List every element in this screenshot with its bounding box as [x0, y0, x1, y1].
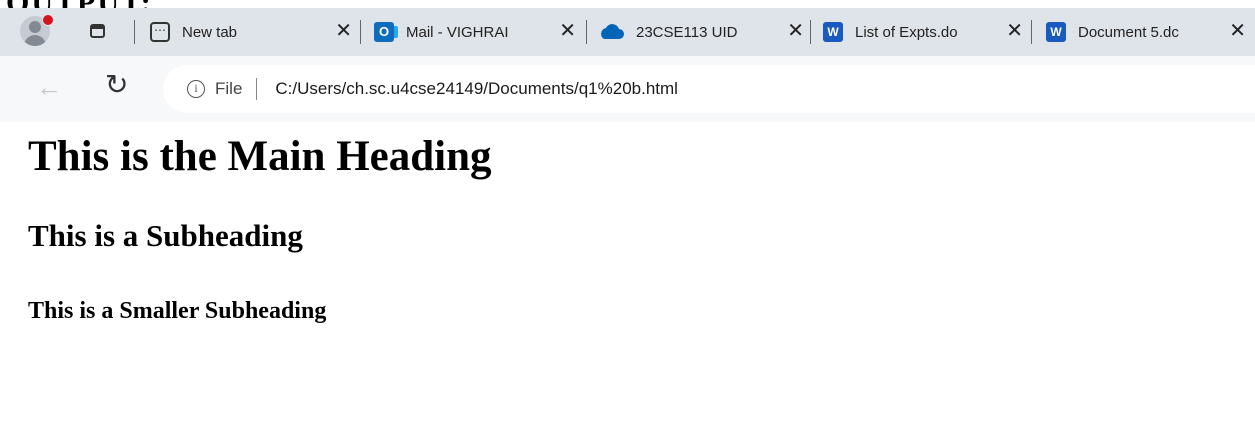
tab-separator [360, 20, 361, 44]
profile-notification-dot [42, 14, 54, 26]
tab-strip: New tab ✕ O Mail - VIGHRAI ✕ 23CSE113 UI… [0, 8, 1255, 56]
main-heading: This is the Main Heading [28, 133, 492, 180]
tab-title: List of Expts.do [855, 23, 958, 41]
close-icon[interactable]: ✕ [787, 21, 804, 41]
tab-title: Mail - VIGHRAI [406, 23, 509, 41]
tab-actions-icon[interactable] [90, 24, 105, 38]
close-icon[interactable]: ✕ [1229, 21, 1246, 41]
smaller-subheading: This is a Smaller Subheading [28, 298, 327, 324]
url-text[interactable]: C:/Users/ch.sc.u4cse24149/Documents/q1%2… [275, 79, 678, 99]
page-content: This is the Main Heading This is a Subhe… [0, 122, 1255, 429]
new-tab-icon [150, 22, 170, 42]
tab-title: 23CSE113 UID [636, 23, 738, 41]
close-icon[interactable]: ✕ [335, 21, 352, 41]
word-icon: W [823, 22, 843, 42]
info-icon[interactable]: i [187, 80, 205, 98]
address-bar[interactable]: i File C:/Users/ch.sc.u4cse24149/Documen… [163, 65, 1255, 113]
tab-title: New tab [182, 23, 238, 41]
word-icon: W [1046, 22, 1066, 42]
tab-new-tab[interactable]: New tab ✕ [150, 12, 352, 52]
outlook-icon: O [374, 22, 398, 42]
refresh-icon[interactable]: ↻ [105, 70, 128, 100]
browser-toolbar: ← ↻ i File C:/Users/ch.sc.u4cse24149/Doc… [0, 56, 1255, 122]
subheading: This is a Subheading [28, 218, 303, 253]
tab-separator [586, 20, 587, 44]
back-arrow-icon[interactable]: ← [36, 72, 62, 102]
tab-document-5[interactable]: W Document 5.dc ✕ [1046, 12, 1246, 52]
close-icon[interactable]: ✕ [559, 21, 576, 41]
tab-list-of-expts[interactable]: W List of Expts.do ✕ [823, 12, 1023, 52]
tab-separator [810, 20, 811, 44]
site-info-label[interactable]: File [215, 79, 242, 99]
onedrive-cloud-icon [598, 22, 624, 42]
tab-uid[interactable]: 23CSE113 UID ✕ [598, 12, 804, 52]
tab-mail[interactable]: O Mail - VIGHRAI ✕ [374, 12, 576, 52]
tab-separator [134, 20, 135, 44]
close-icon[interactable]: ✕ [1006, 21, 1023, 41]
address-separator [256, 78, 258, 100]
tab-title: Document 5.dc [1078, 23, 1179, 41]
tab-separator [1031, 20, 1032, 44]
